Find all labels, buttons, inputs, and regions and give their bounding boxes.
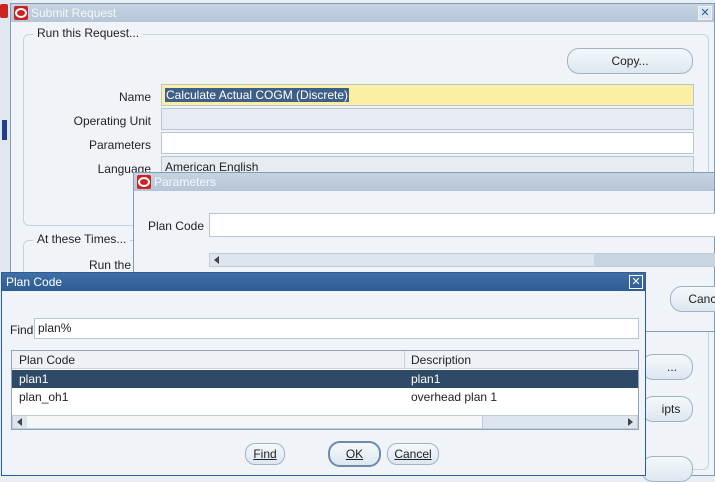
table-row[interactable]: plan_oh1 overhead plan 1: [12, 388, 638, 406]
table-row[interactable]: plan1 plan1: [12, 370, 638, 388]
row-plan-code: plan_oh1: [19, 390, 69, 404]
receipts-button[interactable]: ipts: [641, 396, 693, 422]
oracle-icon: [137, 175, 151, 189]
cancel-button-label: Cancel: [394, 447, 432, 461]
submit-request-titlebar: Submit Request ✕: [11, 4, 714, 22]
scroll-left-icon[interactable]: [17, 418, 22, 426]
scrollbar-thumb[interactable]: [27, 416, 483, 428]
ok-button-label: OK: [345, 447, 364, 461]
column-header-description[interactable]: Description: [411, 353, 471, 367]
row-plan-code: plan1: [19, 372, 49, 386]
options-button[interactable]: ...: [641, 354, 693, 380]
row-description: overhead plan 1: [411, 390, 498, 404]
name-field[interactable]: Calculate Actual COGM (Discrete): [161, 84, 694, 106]
plan-code-lov-titlebar: Plan Code ✕: [2, 273, 645, 291]
copy-button-label: Copy...: [611, 54, 649, 68]
oracle-icon: [14, 6, 28, 20]
parameters-cancel-button[interactable]: Cancel: [670, 286, 715, 312]
ok-button[interactable]: OK: [328, 441, 381, 467]
plan-code-lov-window: Plan Code ✕ Find plan% Plan Code Descrip…: [1, 272, 646, 476]
results-horizontal-scrollbar[interactable]: [12, 415, 638, 429]
table-header: Plan Code Description: [12, 351, 638, 369]
parameters-field[interactable]: [161, 132, 694, 154]
plan-code-results-table: Plan Code Description plan1 plan1 plan_o…: [11, 350, 639, 430]
parameters-title: Parameters: [154, 175, 217, 189]
background-nav-marker: [2, 120, 7, 140]
find-label: Find: [10, 323, 34, 337]
copy-button[interactable]: Copy...: [567, 48, 693, 74]
parameters-titlebar: Parameters: [134, 173, 714, 191]
plan-code-lov-title: Plan Code: [6, 275, 63, 289]
parameters-cancel-label: Cancel: [688, 292, 715, 306]
name-value: Calculate Actual COGM (Discrete): [165, 88, 350, 102]
name-label: Name: [118, 90, 151, 104]
options-button-label: ...: [666, 360, 677, 374]
cancel-button[interactable]: Cancel: [387, 443, 439, 465]
close-icon[interactable]: ✕: [698, 6, 712, 20]
column-header-plan-code[interactable]: Plan Code: [19, 353, 75, 367]
plan-code-field[interactable]: [209, 213, 715, 237]
plan-code-label: Plan Code: [147, 219, 204, 233]
scroll-right-icon[interactable]: [628, 418, 633, 426]
run-request-section-title: Run this Request...: [33, 26, 144, 40]
background-app-icon: [0, 4, 8, 18]
scrollbar-thumb[interactable]: [594, 254, 715, 266]
row-description: plan1: [411, 372, 441, 386]
times-section-title: At these Times...: [33, 232, 131, 246]
find-button-label: Find: [253, 447, 277, 461]
find-input[interactable]: plan%: [34, 318, 639, 339]
operating-unit-field[interactable]: [161, 108, 694, 130]
operating-unit-label: Operating Unit: [73, 114, 151, 128]
receipts-button-label: ipts: [661, 402, 681, 416]
close-icon[interactable]: ✕: [629, 275, 643, 289]
column-divider: [404, 351, 405, 369]
submit-request-title: Submit Request: [31, 6, 117, 20]
parameters-horizontal-scrollbar[interactable]: [209, 253, 715, 267]
find-button[interactable]: Find: [245, 443, 285, 465]
run-the-label: Run the: [88, 258, 131, 272]
scroll-left-icon[interactable]: [214, 256, 219, 264]
parameters-label: Parameters: [88, 138, 151, 152]
bottom-button[interactable]: [641, 456, 693, 482]
